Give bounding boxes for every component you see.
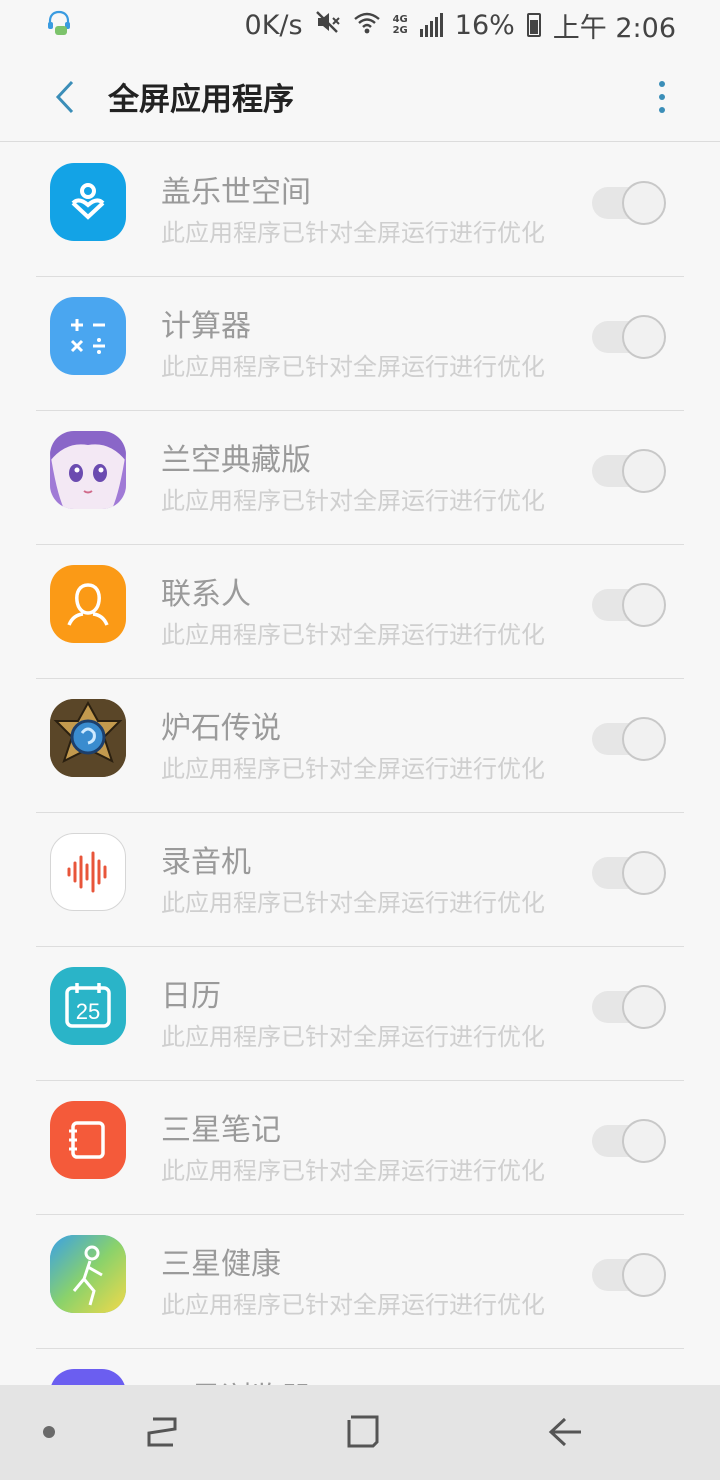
net-speed: 0K/s	[244, 9, 303, 41]
app-description: 此应用程序已针对全屏运行进行优化	[161, 1291, 545, 1319]
app-name: 兰空典藏版	[161, 443, 311, 478]
toggle-thumb	[622, 1253, 666, 1297]
home-button[interactable]	[338, 1407, 388, 1457]
app-description: 此应用程序已针对全屏运行进行优化	[161, 755, 545, 783]
app-name: 三星笔记	[161, 1113, 281, 1148]
fullscreen-toggle[interactable]	[592, 1119, 666, 1163]
app-description: 此应用程序已针对全屏运行进行优化	[161, 219, 545, 247]
fullscreen-toggle[interactable]	[592, 181, 666, 225]
more-vert-icon	[659, 81, 665, 87]
calendar-icon: 25	[50, 967, 126, 1045]
nav-hide-dot[interactable]	[43, 1426, 55, 1438]
more-options-button[interactable]	[644, 70, 680, 124]
contacts-icon	[50, 565, 126, 643]
fullscreen-toggle[interactable]	[592, 583, 666, 627]
network-type: 4G 2G	[393, 14, 408, 36]
calculator-icon	[50, 297, 126, 375]
home-icon	[347, 1415, 379, 1448]
app-bar: 全屏应用程序	[0, 52, 720, 142]
app-description: 此应用程序已针对全屏运行进行优化	[161, 889, 545, 917]
app-row[interactable]: 三星健康此应用程序已针对全屏运行进行优化	[36, 1215, 684, 1349]
toggle-thumb	[622, 717, 666, 761]
app-row[interactable]: 计算器此应用程序已针对全屏运行进行优化	[36, 277, 684, 411]
mute-icon	[315, 10, 341, 41]
app-row[interactable]: 录音机此应用程序已针对全屏运行进行优化	[36, 813, 684, 947]
app-name: 三星浏览器	[161, 1373, 311, 1385]
app-description: 此应用程序已针对全屏运行进行优化	[161, 1157, 545, 1185]
app-name: 日历	[161, 979, 221, 1014]
app-name: 录音机	[161, 845, 251, 880]
fullscreen-toggle[interactable]	[592, 449, 666, 493]
health-icon	[50, 1235, 126, 1313]
recents-button[interactable]	[138, 1407, 188, 1457]
hearthstone-icon	[50, 699, 126, 777]
anime-girl-icon	[50, 431, 126, 509]
network-type-bottom: 2G	[392, 25, 408, 36]
toggle-thumb	[622, 449, 666, 493]
fullscreen-toggle[interactable]	[592, 717, 666, 761]
galaxy-space-icon	[50, 163, 126, 241]
toggle-thumb	[622, 583, 666, 627]
network-type-top: 4G	[392, 14, 408, 25]
battery-percent: 16%	[454, 9, 515, 41]
app-name: 联系人	[161, 577, 251, 612]
recents-icon	[147, 1417, 177, 1447]
app-name: 盖乐世空间	[161, 175, 311, 210]
status-bar: 0K/s 4G 2G 16% 上午 2:06	[0, 0, 720, 50]
app-row[interactable]: 三星浏览器此应用程序已针对全屏运行进行优化	[36, 1349, 684, 1385]
status-left	[44, 8, 74, 42]
toggle-thumb	[622, 851, 666, 895]
navigation-bar	[0, 1385, 720, 1480]
chevron-left-icon	[55, 80, 74, 113]
toggle-thumb	[622, 315, 666, 359]
app-row[interactable]: 联系人此应用程序已针对全屏运行进行优化	[36, 545, 684, 679]
browser-icon	[50, 1369, 126, 1385]
app-description: 此应用程序已针对全屏运行进行优化	[161, 353, 545, 381]
app-description: 此应用程序已针对全屏运行进行优化	[161, 487, 545, 515]
signal-icon	[419, 13, 443, 37]
app-name: 三星健康	[161, 1247, 281, 1282]
app-row[interactable]: 兰空典藏版此应用程序已针对全屏运行进行优化	[36, 411, 684, 545]
support-chat-icon	[44, 8, 74, 42]
back-arrow-icon	[548, 1417, 581, 1447]
app-list[interactable]: 盖乐世空间 此应用程序已针对全屏运行进行优化 计算器 此应用程序已针对全屏运行进行优化…	[36, 143, 684, 1385]
app-row[interactable]: 炉石传说此应用程序已针对全屏运行进行优化	[36, 679, 684, 813]
app-name: 炉石传说	[161, 711, 281, 746]
voice-recorder-icon	[50, 833, 126, 911]
toggle-thumb	[622, 1119, 666, 1163]
fullscreen-toggle[interactable]	[592, 851, 666, 895]
app-description: 此应用程序已针对全屏运行进行优化	[161, 621, 545, 649]
back-button[interactable]	[30, 52, 100, 142]
back-nav-button[interactable]	[540, 1407, 590, 1457]
status-right: 0K/s 4G 2G 16% 上午 2:06	[245, 6, 676, 45]
app-description: 此应用程序已针对全屏运行进行优化	[161, 1023, 545, 1051]
page-title: 全屏应用程序	[108, 82, 294, 118]
app-row[interactable]: 三星笔记此应用程序已针对全屏运行进行优化	[36, 1081, 684, 1215]
app-row[interactable]: 盖乐世空间此应用程序已针对全屏运行进行优化	[36, 143, 684, 277]
fullscreen-toggle[interactable]	[592, 985, 666, 1029]
clock: 上午 2:06	[552, 12, 676, 44]
app-name: 计算器	[161, 309, 251, 344]
app-row[interactable]: 25 日历此应用程序已针对全屏运行进行优化	[36, 947, 684, 1081]
battery-icon	[526, 13, 541, 37]
wifi-icon	[353, 10, 381, 41]
fullscreen-toggle[interactable]	[592, 315, 666, 359]
toggle-thumb	[622, 985, 666, 1029]
svg-text:25: 25	[76, 999, 100, 1024]
toggle-thumb	[622, 181, 666, 225]
fullscreen-toggle[interactable]	[592, 1253, 666, 1297]
notes-icon	[50, 1101, 126, 1179]
